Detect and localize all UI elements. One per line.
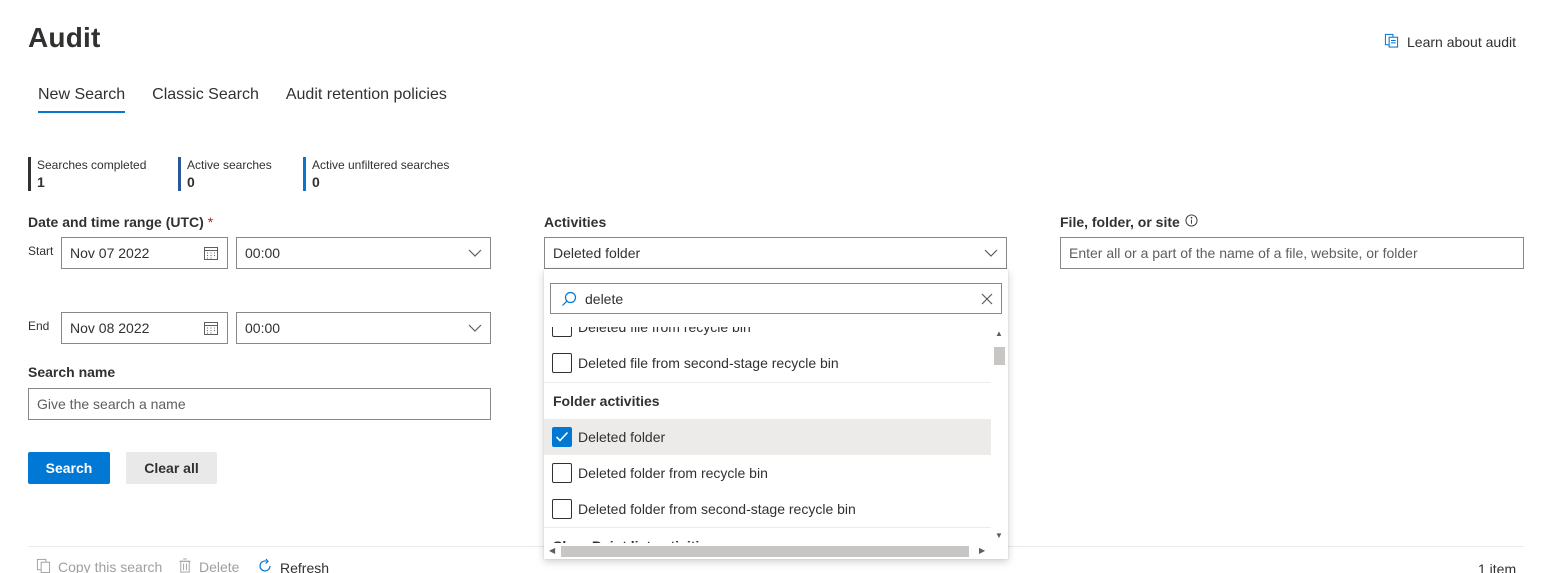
metric-value: 0 bbox=[312, 174, 320, 190]
activity-option-deleted-file-from-recycle-bin[interactable]: Deleted file from recycle bin bbox=[544, 327, 991, 345]
scroll-right-arrow-icon[interactable]: ▶ bbox=[979, 546, 985, 556]
calendar-icon[interactable] bbox=[203, 245, 219, 261]
checkbox[interactable] bbox=[552, 353, 572, 373]
activity-option-deleted-folder[interactable]: Deleted folder bbox=[544, 419, 991, 455]
item-count: 1 item bbox=[1478, 561, 1517, 573]
search-name-placeholder: Give the search a name bbox=[37, 396, 186, 412]
activities-filter-input[interactable]: delete bbox=[550, 283, 1002, 314]
start-date-picker[interactable]: Nov 07 2022 bbox=[61, 237, 228, 269]
end-time-value: 00:00 bbox=[245, 320, 281, 336]
scroll-down-arrow-icon[interactable]: ▼ bbox=[995, 531, 1003, 541]
required-mark: * bbox=[207, 214, 214, 230]
end-label: End bbox=[28, 319, 50, 333]
checkbox[interactable] bbox=[552, 327, 572, 337]
metric-bar bbox=[28, 157, 31, 191]
activities-value: Deleted folder bbox=[553, 245, 641, 261]
delete-button[interactable]: Delete bbox=[178, 558, 239, 573]
activities-label: Activities bbox=[544, 214, 607, 230]
activity-option-deleted-folder-second-stage[interactable]: Deleted folder from second-stage recycle… bbox=[544, 491, 991, 527]
search-name-label: Search name bbox=[28, 364, 116, 380]
activities-dropdown-panel: delete Deleted file from recycle bin Del… bbox=[544, 269, 1008, 559]
learn-about-audit-link[interactable]: Learn about audit bbox=[1384, 33, 1516, 51]
delete-label: Delete bbox=[199, 559, 240, 573]
scroll-up-arrow-icon[interactable]: ▲ bbox=[995, 329, 1003, 339]
file-folder-site-input[interactable]: Enter all or a part of the name of a fil… bbox=[1060, 237, 1524, 269]
trash-icon bbox=[178, 558, 192, 573]
chevron-down-icon bbox=[468, 248, 482, 258]
start-label: Start bbox=[28, 244, 54, 258]
date-range-label-text: Date and time range (UTC) bbox=[28, 214, 204, 230]
refresh-button[interactable]: Refresh bbox=[257, 558, 329, 573]
metric-bar bbox=[178, 157, 181, 191]
metric-value: 0 bbox=[187, 174, 195, 190]
metric-searches-completed: Searches completed 1 bbox=[28, 157, 146, 191]
file-folder-site-label: File, folder, or site bbox=[1060, 214, 1198, 230]
group-header-sharepoint-list-activities: SharePoint list activities bbox=[544, 528, 991, 543]
copy-search-label: Copy this search bbox=[58, 559, 163, 573]
tab-new-search[interactable]: New Search bbox=[38, 86, 126, 113]
refresh-icon bbox=[257, 558, 273, 573]
vertical-scrollbar[interactable]: ▲ ▼ bbox=[991, 327, 1008, 543]
scroll-left-arrow-icon[interactable]: ◀ bbox=[549, 546, 555, 556]
activity-option-deleted-folder-from-recycle-bin[interactable]: Deleted folder from recycle bin bbox=[544, 455, 991, 491]
metric-bar bbox=[303, 157, 306, 191]
search-icon bbox=[561, 291, 577, 307]
learn-about-audit-label: Learn about audit bbox=[1407, 34, 1516, 50]
document-copy-icon bbox=[1384, 33, 1399, 51]
activities-option-list: Deleted file from recycle bin Deleted fi… bbox=[544, 327, 991, 543]
end-date-value: Nov 08 2022 bbox=[70, 320, 150, 336]
copy-icon bbox=[36, 558, 51, 573]
refresh-label: Refresh bbox=[280, 559, 330, 573]
metric-label: Active searches bbox=[187, 158, 272, 172]
activities-dropdown[interactable]: Deleted folder bbox=[544, 237, 1007, 269]
option-label: Deleted folder bbox=[578, 429, 666, 445]
clear-icon[interactable] bbox=[981, 293, 993, 305]
chevron-down-icon bbox=[984, 248, 998, 258]
checkbox[interactable] bbox=[552, 499, 572, 519]
copy-search-button[interactable]: Copy this search bbox=[36, 558, 162, 573]
metric-active-searches: Active searches 0 bbox=[178, 157, 272, 191]
tab-list: New Search Classic Search Audit retentio… bbox=[38, 86, 474, 113]
vertical-scroll-thumb[interactable] bbox=[994, 347, 1005, 365]
checkbox[interactable] bbox=[552, 463, 572, 483]
metric-label: Active unfiltered searches bbox=[312, 158, 450, 172]
end-time-dropdown[interactable]: 00:00 bbox=[236, 312, 491, 344]
group-header-folder-activities: Folder activities bbox=[553, 393, 660, 409]
end-date-picker[interactable]: Nov 08 2022 bbox=[61, 312, 228, 344]
option-label: Deleted file from second-stage recycle b… bbox=[578, 355, 839, 371]
search-button[interactable]: Search bbox=[28, 452, 110, 484]
metric-active-unfiltered-searches: Active unfiltered searches 0 bbox=[303, 157, 449, 191]
date-range-label: Date and time range (UTC) * bbox=[28, 214, 213, 230]
file-folder-site-placeholder: Enter all or a part of the name of a fil… bbox=[1069, 245, 1418, 261]
checkbox-checked[interactable] bbox=[552, 427, 572, 447]
clear-all-button[interactable]: Clear all bbox=[126, 452, 217, 484]
tab-classic-search[interactable]: Classic Search bbox=[152, 86, 259, 113]
horizontal-scroll-thumb[interactable] bbox=[561, 546, 969, 557]
option-label: Deleted folder from second-stage recycle… bbox=[578, 501, 856, 517]
file-folder-site-label-text: File, folder, or site bbox=[1060, 214, 1180, 230]
horizontal-scrollbar[interactable]: ◀ ▶ bbox=[544, 543, 991, 559]
option-label: Deleted folder from recycle bin bbox=[578, 465, 768, 481]
chevron-down-icon bbox=[468, 323, 482, 333]
start-time-dropdown[interactable]: 00:00 bbox=[236, 237, 491, 269]
start-date-value: Nov 07 2022 bbox=[70, 245, 150, 261]
calendar-icon[interactable] bbox=[203, 320, 219, 336]
info-icon[interactable] bbox=[1185, 214, 1198, 230]
metric-label: Searches completed bbox=[37, 158, 147, 172]
page-title: Audit bbox=[28, 22, 101, 53]
checkmark-icon bbox=[555, 431, 569, 442]
start-time-value: 00:00 bbox=[245, 245, 281, 261]
activities-filter-value: delete bbox=[585, 290, 624, 307]
search-name-input[interactable]: Give the search a name bbox=[28, 388, 491, 420]
metric-value: 1 bbox=[37, 174, 45, 190]
option-label: Deleted file from recycle bin bbox=[578, 327, 751, 335]
activity-option-deleted-file-second-stage[interactable]: Deleted file from second-stage recycle b… bbox=[544, 345, 991, 381]
tab-audit-retention-policies[interactable]: Audit retention policies bbox=[286, 86, 447, 113]
